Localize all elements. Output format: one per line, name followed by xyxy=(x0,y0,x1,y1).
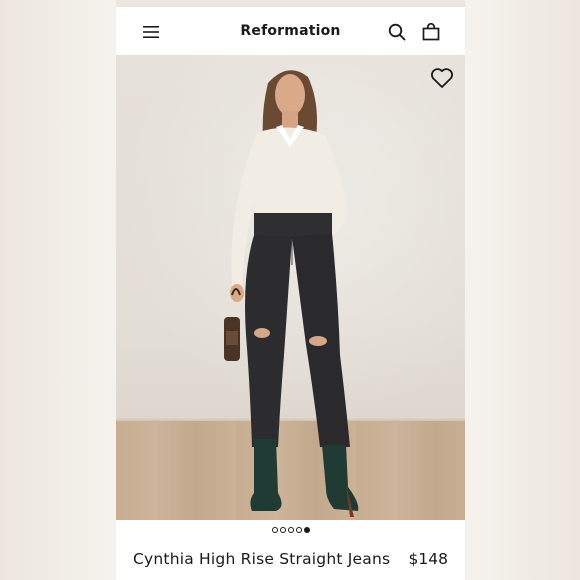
shopping-bag-icon[interactable] xyxy=(420,21,442,43)
carousel-dot[interactable] xyxy=(279,527,286,533)
model-figure xyxy=(224,70,359,517)
product-image[interactable] xyxy=(116,55,465,520)
product-name: Cynthia High Rise Straight Jeans xyxy=(133,550,391,568)
product-page: Reformation Cynthia High Rise Straight J… xyxy=(116,0,465,580)
carousel-dot[interactable] xyxy=(287,527,294,533)
site-header: Reformation xyxy=(116,7,465,55)
brand-logo[interactable]: Reformation xyxy=(240,23,340,39)
hamburger-menu-icon[interactable] xyxy=(140,21,162,43)
product-price: $148 xyxy=(408,550,448,568)
top-strip xyxy=(116,0,465,7)
heart-outline-icon[interactable] xyxy=(430,67,454,89)
carousel-indicators xyxy=(116,524,465,536)
carousel-dot[interactable] xyxy=(295,527,302,533)
product-info: Cynthia High Rise Straight Jeans $148 xyxy=(116,544,465,574)
carousel-dot[interactable] xyxy=(271,527,278,533)
search-icon[interactable] xyxy=(386,21,408,43)
carousel-dot-active[interactable] xyxy=(303,527,310,533)
